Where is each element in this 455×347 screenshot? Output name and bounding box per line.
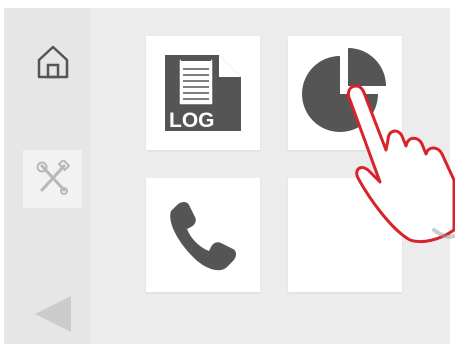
chart-tile[interactable] <box>288 36 402 150</box>
tools-icon <box>36 160 70 195</box>
home-button[interactable] <box>23 33 82 91</box>
pie-chart-icon <box>302 48 386 132</box>
log-file-icon: LOG <box>165 55 241 132</box>
log-tile[interactable]: LOG <box>146 36 260 150</box>
tools-button[interactable] <box>23 150 82 208</box>
log-label: LOG <box>169 109 215 132</box>
home-icon <box>37 45 68 79</box>
phone-tile[interactable] <box>146 178 260 292</box>
empty-tile[interactable] <box>288 178 402 292</box>
phone-icon <box>170 202 236 271</box>
back-button[interactable] <box>23 285 82 343</box>
back-arrow-icon <box>34 296 71 332</box>
